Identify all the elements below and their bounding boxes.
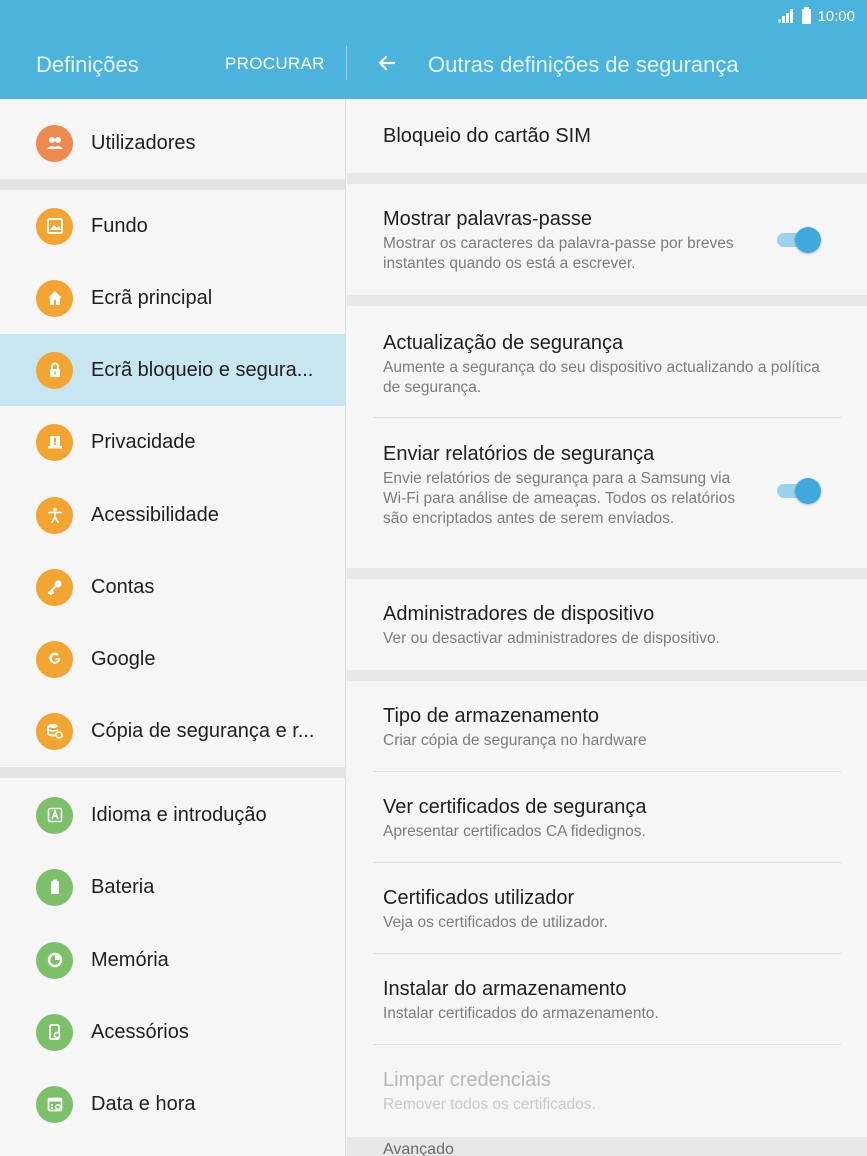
lock-icon [36, 351, 73, 389]
sidebar-item-label: Bateria [91, 875, 155, 898]
sidebar-item-label: Contas [91, 575, 155, 598]
status-bar: 10:00 [778, 6, 855, 26]
sidebar-item-label: Privacidade [91, 430, 196, 453]
clear-credentials-row: Limpar credenciais Remover todos os cert… [383, 1067, 839, 1115]
advanced-section-header: Avançado [383, 1141, 454, 1156]
view-certs-subtitle: Apresentar certificados CA fidedignos. [383, 823, 646, 840]
device-admins-title: Administradores de dispositivo [383, 603, 655, 625]
show-passwords-toggle[interactable] [777, 227, 821, 253]
app-bar-divider [346, 46, 347, 80]
sidebar-item-label: Data e hora [91, 1092, 196, 1115]
show-passwords-row[interactable]: Mostrar palavras-passe Mostrar os caract… [383, 206, 773, 274]
storage-type-title: Tipo de armazenamento [383, 705, 600, 727]
row-divider [373, 862, 841, 863]
page-title: Outras definições de segurança [428, 52, 739, 77]
user-certs-title: Certificados utilizador [383, 887, 575, 909]
sim-lock-card: Bloqueio do cartão SIM [347, 99, 867, 173]
status-time: 10:00 [817, 7, 855, 25]
google-icon [36, 640, 73, 678]
calendar-icon [36, 1085, 73, 1123]
search-button[interactable]: PROCURAR [225, 54, 325, 74]
security-update-title: Actualização de segurança [383, 332, 624, 354]
sidebar-item-label: Acessórios [91, 1020, 189, 1043]
sidebar-item-language-input[interactable]: Idioma e introdução [0, 779, 346, 851]
accessibility-icon [36, 496, 73, 534]
group-separator [0, 179, 346, 190]
accessories-icon [36, 1013, 73, 1051]
sidebar-item-accounts[interactable]: Contas [0, 551, 346, 623]
install-storage-row[interactable]: Instalar do armazenamento Instalar certi… [383, 976, 839, 1024]
sidebar-item-label: Acessibilidade [91, 503, 219, 526]
battery-icon [36, 868, 73, 906]
sidebar-item-label: Ecrã principal [91, 286, 213, 309]
wallpaper-icon [36, 207, 73, 245]
send-reports-title: Enviar relatórios de segurança [383, 443, 655, 465]
view-certs-row[interactable]: Ver certificados de segurança Apresentar… [383, 794, 839, 842]
sidebar-item-users[interactable]: Utilizadores [0, 107, 346, 179]
user-certs-row[interactable]: Certificados utilizador Veja os certific… [383, 885, 839, 933]
sidebar-item-accessories[interactable]: Acessórios [0, 996, 346, 1068]
sidebar-item-wallpaper[interactable]: Fundo [0, 190, 346, 262]
sidebar-item-label: Cópia de segurança e r... [91, 719, 315, 742]
send-reports-row[interactable]: Enviar relatórios de segurança Envie rel… [383, 441, 748, 529]
sidebar-item-lock-screen-security[interactable]: Ecrã bloqueio e segura... [0, 334, 346, 406]
home-icon [36, 279, 73, 317]
sidebar-item-label: Ecrã bloqueio e segura... [91, 358, 314, 381]
sidebar-item-label: Idioma e introdução [91, 803, 267, 826]
sidebar-item-google[interactable]: Google [0, 623, 346, 695]
signal-icon [778, 9, 796, 23]
settings-title: Definições [36, 52, 139, 77]
sidebar-item-date-time[interactable]: Data e hora [0, 1068, 346, 1140]
install-storage-title: Instalar do armazenamento [383, 978, 627, 1000]
device-admins-card: Administradores de dispositivo Ver ou de… [347, 579, 867, 670]
key-icon [36, 568, 73, 606]
device-admins-row[interactable]: Administradores de dispositivo Ver ou de… [383, 601, 839, 649]
row-divider [373, 1044, 841, 1045]
show-passwords-card: Mostrar palavras-passe Mostrar os caract… [347, 184, 867, 295]
sidebar-item-home-screen[interactable]: Ecrã principal [0, 262, 346, 334]
sidebar-item-label: Utilizadores [91, 131, 196, 154]
storage-type-subtitle: Criar cópia de segurança no hardware [383, 732, 647, 749]
install-storage-subtitle: Instalar certificados do armazenamento. [383, 1005, 659, 1022]
row-divider [373, 417, 841, 418]
show-passwords-title: Mostrar palavras-passe [383, 208, 592, 230]
language-icon [36, 796, 73, 834]
privacy-icon [36, 423, 73, 461]
battery-status-icon [802, 6, 812, 24]
sidebar-item-label: Google [91, 647, 156, 670]
clear-credentials-title: Limpar credenciais [383, 1069, 551, 1091]
credential-storage-card: Tipo de armazenamento Criar cópia de seg… [347, 681, 867, 1137]
user-certs-subtitle: Veja os certificados de utilizador. [383, 914, 608, 931]
settings-sidebar: Utilizadores Fundo Ecrã principal Ecrã b… [0, 99, 346, 1156]
send-reports-subtitle: Envie relatórios de segurança para a Sam… [383, 470, 736, 527]
row-divider [373, 771, 841, 772]
sidebar-item-label: Fundo [91, 214, 148, 237]
sim-lock-title: Bloqueio do cartão SIM [383, 125, 591, 147]
sidebar-item-accessibility[interactable]: Acessibilidade [0, 479, 346, 551]
security-update-row[interactable]: Actualização de segurança Aumente a segu… [383, 330, 839, 398]
back-arrow-icon[interactable] [372, 48, 402, 78]
backup-icon [36, 712, 73, 750]
storage-type-row[interactable]: Tipo de armazenamento Criar cópia de seg… [383, 703, 839, 751]
clear-credentials-subtitle: Remover todos os certificados. [383, 1096, 596, 1113]
security-updates-card: Actualização de segurança Aumente a segu… [347, 306, 867, 568]
group-separator [0, 767, 346, 778]
view-certs-title: Ver certificados de segurança [383, 796, 647, 818]
sidebar-item-privacy[interactable]: Privacidade [0, 406, 346, 478]
row-divider [373, 953, 841, 954]
sidebar-item-battery[interactable]: Bateria [0, 851, 346, 923]
send-reports-toggle[interactable] [777, 478, 821, 504]
users-icon [36, 124, 73, 162]
sim-lock-row[interactable]: Bloqueio do cartão SIM [383, 123, 839, 149]
device-admins-subtitle: Ver ou desactivar administradores de dis… [383, 630, 720, 647]
security-settings-panel: Bloqueio do cartão SIM Mostrar palavras-… [347, 99, 867, 1156]
sidebar-item-label: Memória [91, 948, 169, 971]
security-update-subtitle: Aumente a segurança do seu dispositivo a… [383, 359, 820, 396]
sidebar-item-backup-reset[interactable]: Cópia de segurança e r... [0, 695, 346, 767]
sidebar-item-memory[interactable]: Memória [0, 924, 346, 996]
memory-icon [36, 941, 73, 979]
app-bar: 10:00 Definições PROCURAR Outras definiç… [0, 0, 867, 99]
show-passwords-subtitle: Mostrar os caracteres da palavra-passe p… [383, 235, 734, 272]
